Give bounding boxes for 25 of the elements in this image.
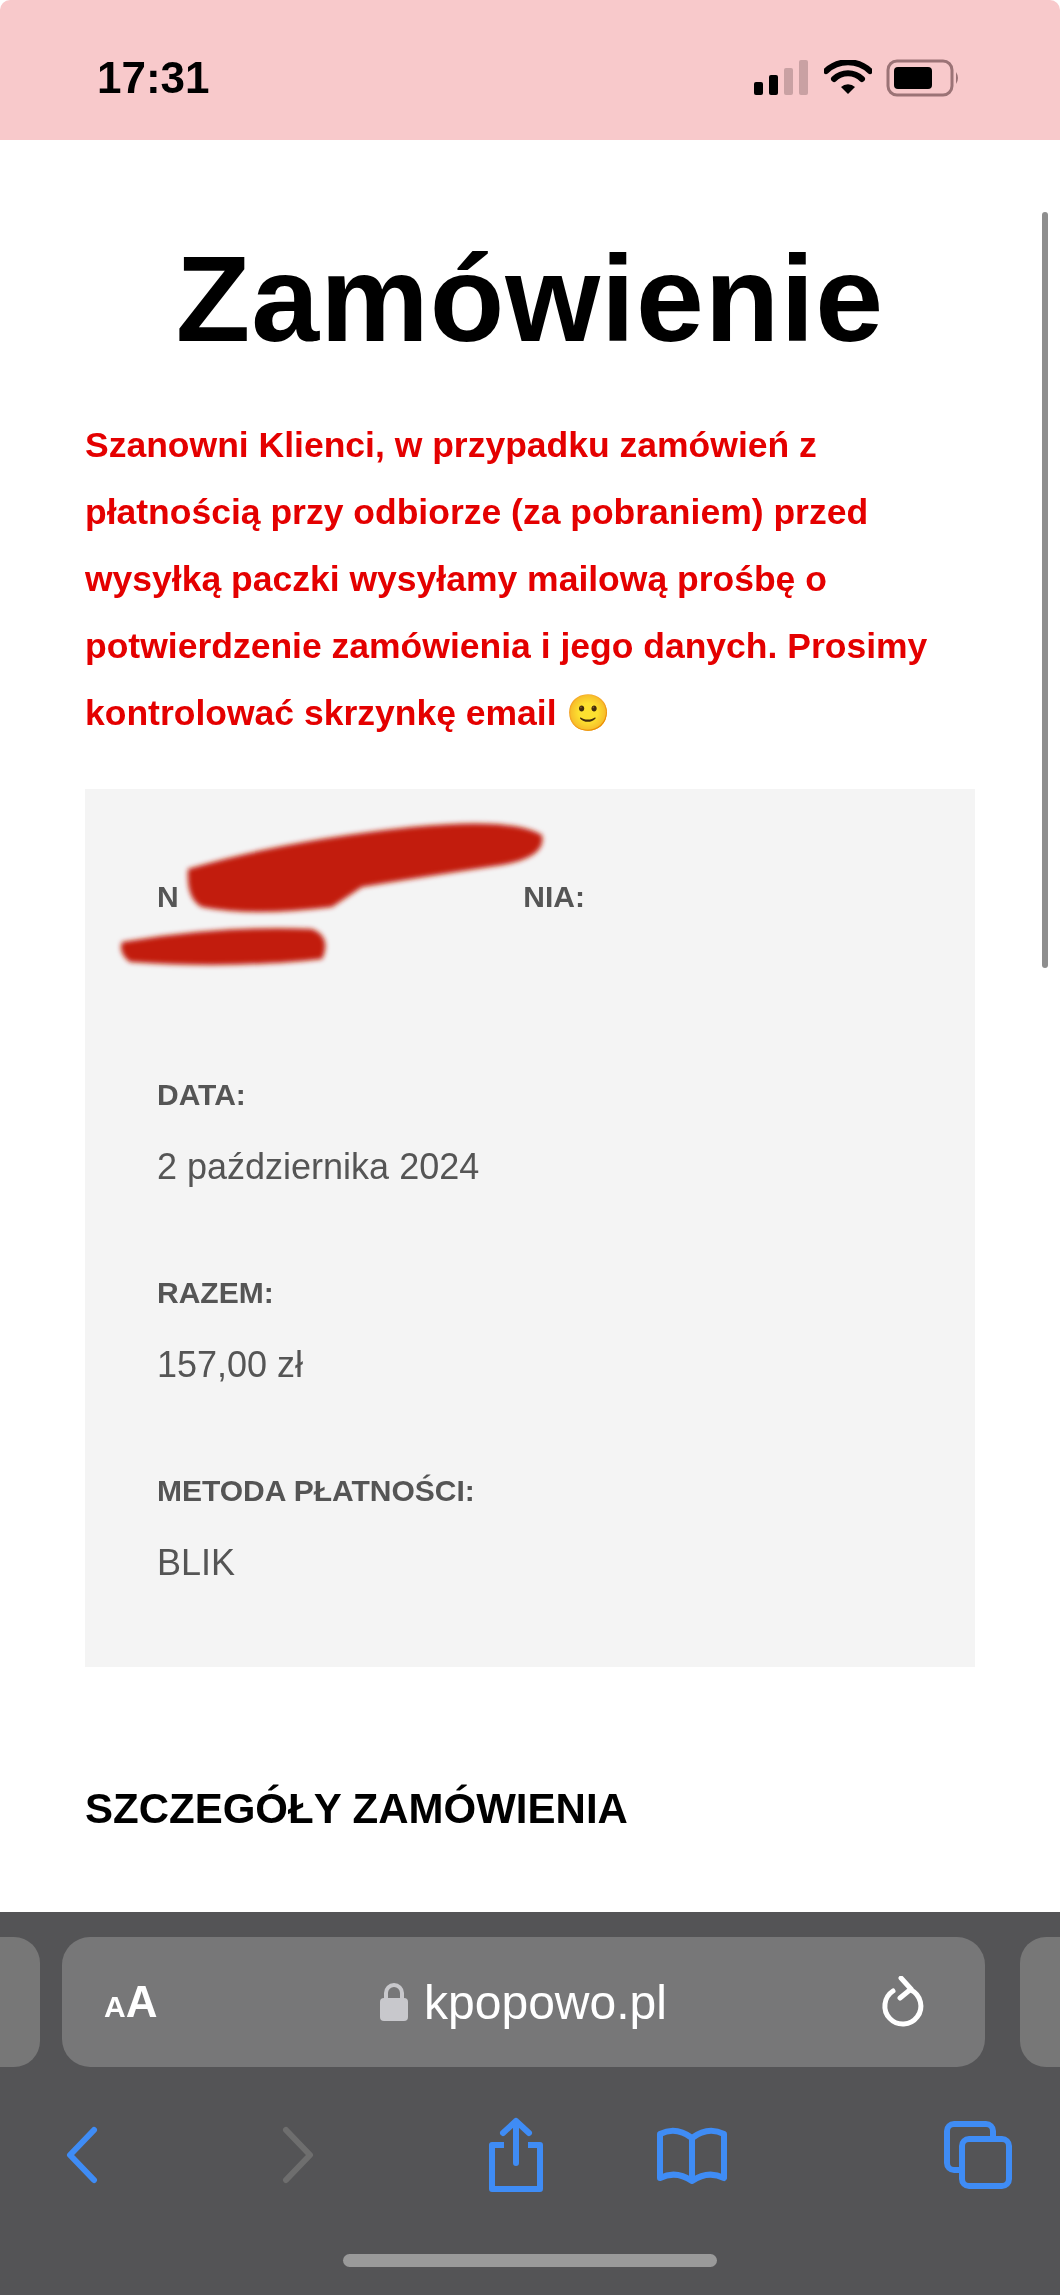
section-heading: SZCZEGÓŁY ZAMÓWIENIA xyxy=(85,1785,629,1834)
text-size-button[interactable]: AA xyxy=(104,1977,158,2027)
field-label: NIA: xyxy=(523,879,585,916)
field-label: DATA: xyxy=(157,1077,247,1114)
field-label: N xyxy=(157,879,179,916)
signal-icon xyxy=(754,60,810,96)
tab-preview[interactable] xyxy=(0,1937,40,2067)
url-text[interactable]: kpopowo.pl xyxy=(424,1974,667,2030)
wifi-icon xyxy=(824,60,872,96)
field-label: METODA PŁATNOŚCI: xyxy=(157,1473,476,1510)
bookmarks-icon[interactable] xyxy=(656,2126,728,2184)
lock-icon xyxy=(380,1983,409,2021)
field-value: 2 października 2024 xyxy=(157,1145,481,1190)
notice-text: Szanowni Klienci, w przypadku zamówień z płatnością przy odbiorze (za pobraniem) przed wysyłką paczki wysyłamy mailową prośbę o potwierdzenie zamówienia i jego danych. Prosimy kontrolować skrzynkę email 🙂 xyxy=(85,424,929,736)
share-icon[interactable] xyxy=(486,2117,546,2193)
back-icon[interactable] xyxy=(64,2126,100,2184)
field-value: BLIK xyxy=(157,1541,237,1586)
address-bar[interactable]: AA kpopowo.pl xyxy=(62,1937,985,2067)
field-label: RAZEM: xyxy=(157,1275,275,1312)
field-value: 157,00 zł xyxy=(157,1343,305,1388)
battery-icon xyxy=(886,59,960,97)
page-title: Zamówienie xyxy=(174,230,886,369)
tabs-icon[interactable] xyxy=(944,2121,1012,2189)
tab-preview[interactable] xyxy=(1020,1937,1060,2067)
status-time: 17:31 xyxy=(97,52,210,103)
